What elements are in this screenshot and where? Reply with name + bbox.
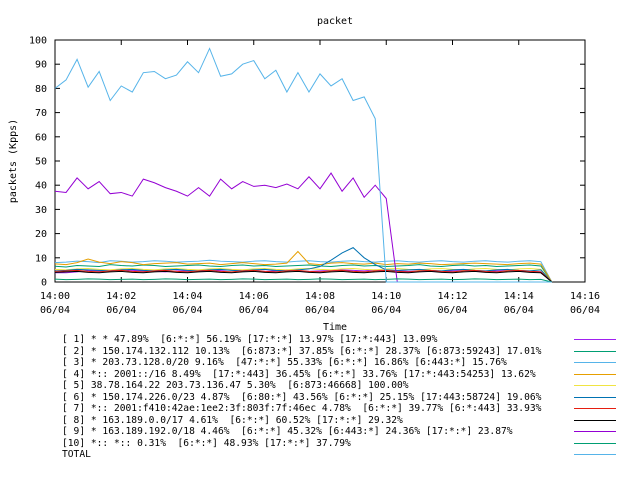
x-tick-label: 14:04: [172, 291, 202, 302]
x-tick-date-label: 06/04: [504, 305, 534, 316]
legend-entry: [ 7] *:: 2001:f410:42ae:1ee2:3f:803f:7f:…: [62, 403, 622, 415]
legend-swatch-line: [574, 431, 616, 432]
x-axis: 14:00 06/04 14:02 06/04 14:04 06/04 14:06 06/04…: [40, 40, 600, 316]
legend-swatch-line: [574, 408, 616, 409]
y-tick-label: 50: [35, 157, 47, 168]
legend-entry: [ 8] * 163.189.0.0/17 4.61% [6:*:*] 60.5…: [62, 415, 622, 427]
y-tick-label: 20: [35, 229, 47, 240]
legend-entry: [10] *:: *:: 0.31% [6:*:*] 48.93% [17:*:…: [62, 438, 622, 450]
x-tick-label: 14:16: [570, 291, 600, 302]
legend-swatch-line: [574, 419, 616, 421]
y-tick-label: 10: [35, 253, 47, 264]
legend-label: [ 8] * 163.189.0.0/17 4.61% [6:*:*] 60.5…: [62, 414, 403, 426]
y-axis-label: packets (Kpps): [8, 119, 19, 203]
legend-entry: [ 9] * 163.189.192.0/18 4.46% [6:*:*] 45…: [62, 426, 622, 438]
x-axis-label: Time: [323, 322, 347, 333]
legend-swatch-line: [574, 373, 616, 375]
legend-label: [ 1] * * 47.89% [6:*:*] 56.19% [17:*:*] …: [62, 334, 438, 345]
legend-swatch-line: [574, 454, 616, 455]
series-line: [54, 270, 553, 283]
y-tick-label: 80: [35, 84, 47, 95]
x-tick-date-label: 06/04: [305, 305, 335, 316]
legend: [ 1] * * 47.89% [6:*:*] 56.19% [17:*:*] …: [62, 334, 622, 461]
legend-label: [ 7] *:: 2001:f410:42ae:1ee2:3f:803f:7f:…: [62, 403, 542, 414]
legend-swatch-line: [574, 339, 616, 340]
y-tick-label: 0: [41, 278, 47, 289]
legend-swatch-line: [574, 350, 616, 352]
x-tick-date-label: 06/04: [40, 305, 70, 316]
y-tick-label: 100: [29, 36, 47, 47]
x-tick-label: 14:10: [371, 291, 401, 302]
y-tick-label: 60: [35, 132, 47, 143]
y-tick-label: 90: [35, 60, 47, 71]
x-tick-date-label: 06/04: [172, 305, 202, 316]
series-line: [54, 250, 553, 283]
x-tick-date-label: 06/04: [371, 305, 401, 316]
legend-label: [ 6] * 150.174.226.0/23 4.87% [6:80:*] 4…: [62, 391, 542, 403]
x-tick-label: 14:00: [40, 291, 70, 302]
x-tick-date-label: 06/04: [239, 305, 269, 316]
legend-entry: [ 4] *:: 2001::/16 8.49% [17:*:443] 36.4…: [62, 369, 622, 381]
x-tick-label: 14:02: [106, 291, 136, 302]
y-tick-label: 30: [35, 205, 47, 216]
legend-label: TOTAL: [62, 449, 91, 460]
legend-label: [ 2] * 150.174.132.112 10.13% [6:873:*] …: [62, 345, 542, 357]
legend-label: [ 9] * 163.189.192.0/18 4.46% [6:*:*] 45…: [62, 426, 513, 437]
legend-entry: [ 6] * 150.174.226.0/23 4.87% [6:80:*] 4…: [62, 392, 622, 404]
y-tick-label: 70: [35, 108, 47, 119]
legend-entry: [ 3] * 203.73.128.0/20 9.16% [47:*:*] 55…: [62, 357, 622, 369]
x-tick-date-label: 06/04: [437, 305, 467, 316]
x-tick-date-label: 06/04: [106, 305, 136, 316]
legend-swatch-line: [574, 362, 616, 363]
chart-title: packet: [317, 16, 353, 27]
x-tick-label: 14:14: [504, 291, 534, 302]
series-line: [54, 47, 552, 283]
x-tick-date-label: 06/04: [570, 305, 600, 316]
legend-swatch-line: [574, 442, 616, 444]
x-tick-label: 14:06: [239, 291, 269, 302]
legend-entry: TOTAL: [62, 449, 622, 461]
legend-swatch-line: [574, 396, 616, 398]
legend-entry: [ 1] * * 47.89% [6:*:*] 56.19% [17:*:*] …: [62, 334, 622, 346]
series-layer: [54, 47, 553, 283]
legend-label: [ 4] *:: 2001::/16 8.49% [17:*:443] 36.4…: [62, 368, 536, 380]
legend-entry: [ 5] 38.78.164.22 203.73.136.47 5.30% [6…: [62, 380, 622, 392]
legend-entry: [ 2] * 150.174.132.112 10.13% [6:873:*] …: [62, 346, 622, 358]
x-tick-label: 14:12: [437, 291, 467, 302]
legend-label: [ 5] 38.78.164.22 203.73.136.47 5.30% [6…: [62, 380, 409, 391]
legend-label: [ 3] * 203.73.128.0/20 9.16% [47:*:*] 55…: [62, 357, 507, 368]
x-tick-label: 14:08: [305, 291, 335, 302]
y-axis: 0 10 20 30 40 50 60 70 80 90 100: [29, 36, 585, 289]
legend-label: [10] *:: *:: 0.31% [6:*:*] 48.93% [17:*:…: [62, 437, 351, 449]
y-tick-label: 40: [35, 181, 47, 192]
legend-swatch-line: [574, 385, 616, 386]
plot-frame: [54, 39, 586, 283]
